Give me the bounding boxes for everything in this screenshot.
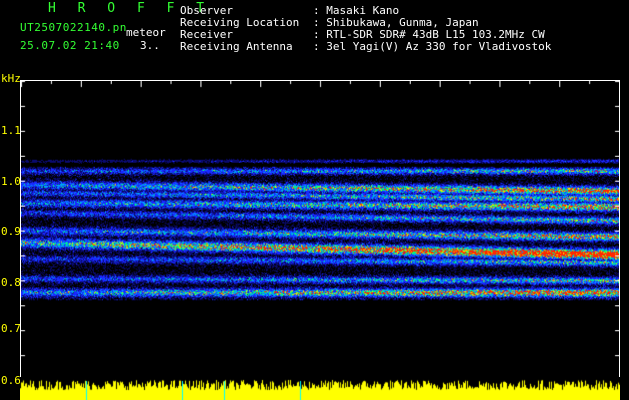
axis-unit-label: kHz — [1, 72, 21, 85]
datetime: 25.07.02 21:40 — [20, 39, 120, 52]
antenna-value: : 3el Yagi(V) Az 330 for Vladivostok — [313, 40, 552, 53]
y-tick-label: 0.6 — [1, 374, 21, 387]
y-tick-label: 0.7 — [1, 322, 21, 335]
mode-indicator: 3.. — [140, 39, 160, 52]
y-tick-label: 0.9 — [1, 225, 21, 238]
meteor-tag: meteor — [126, 26, 166, 39]
y-tick-label: 0.8 — [1, 276, 21, 289]
noise-strip — [20, 377, 620, 400]
y-tick-label: 1.1 — [1, 124, 21, 137]
y-tick-label: 1.0 — [1, 175, 21, 188]
spectrogram-canvas — [20, 80, 620, 385]
file-name: UT2507022140.pn — [20, 21, 127, 34]
antenna-label: Receiving Antenna — [180, 40, 293, 53]
